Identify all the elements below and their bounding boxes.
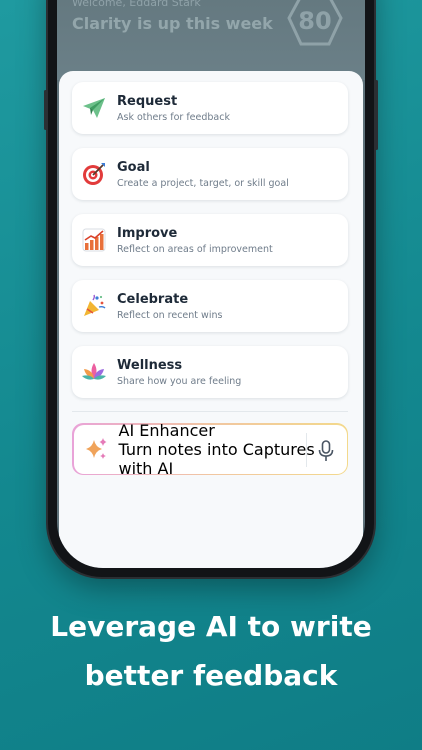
tagline-line-1: Leverage AI to write — [50, 610, 372, 643]
bottom-sheet: Request Ask others for feedback Goal Cre… — [59, 71, 363, 568]
menu-item-goal[interactable]: Goal Create a project, target, or skill … — [72, 148, 348, 200]
marketing-tagline: Leverage AI to write better feedback — [0, 602, 422, 700]
menu-item-title: Improve — [117, 225, 178, 241]
menu-item-celebrate[interactable]: Celebrate Reflect on recent wins — [72, 280, 348, 332]
volume-button — [44, 90, 47, 130]
power-button — [375, 80, 378, 150]
menu-item-wellness[interactable]: Wellness Share how you are feeling — [72, 346, 348, 398]
menu-item-title: Request — [117, 93, 178, 109]
menu-item-title: Goal — [117, 159, 150, 175]
party-popper-icon — [81, 293, 107, 319]
menu-item-improve[interactable]: Improve Reflect on areas of improvement — [72, 214, 348, 266]
ai-enhancer-card[interactable]: AI Enhancer Turn notes into Captures wit… — [72, 420, 348, 478]
sparkles-icon — [83, 436, 109, 462]
menu-item-title: Celebrate — [117, 291, 189, 307]
background-header: Welcome, Eddard Stark Clarity is up this… — [57, 0, 365, 80]
microphone-icon[interactable] — [316, 439, 336, 463]
ai-enhancer-title: AI Enhancer — [118, 420, 215, 440]
welcome-text: Welcome, Eddard Stark — [72, 0, 201, 9]
score-badge: 80 — [287, 0, 343, 48]
menu-item-subtitle: Ask others for feedback — [117, 111, 230, 123]
menu-item-subtitle: Reflect on recent wins — [117, 309, 223, 321]
separator — [305, 432, 307, 467]
menu-item-title: Wellness — [117, 357, 183, 373]
bar-chart-icon — [81, 227, 107, 253]
score-value: 80 — [298, 7, 332, 35]
headline-text: Clarity is up this week — [72, 14, 273, 33]
tagline-line-2: better feedback — [84, 659, 338, 692]
lotus-icon — [81, 359, 107, 385]
divider — [72, 411, 348, 412]
menu-item-request[interactable]: Request Ask others for feedback — [72, 82, 348, 134]
phone-frame: Welcome, Eddard Stark Clarity is up this… — [44, 0, 378, 577]
paper-plane-icon — [81, 95, 107, 121]
target-icon — [81, 161, 107, 187]
menu-item-subtitle: Share how you are feeling — [117, 375, 242, 387]
menu-item-subtitle: Create a project, target, or skill goal — [117, 177, 289, 189]
menu-item-subtitle: Reflect on areas of improvement — [117, 243, 273, 255]
ai-enhancer-subtitle: Turn notes into Captures with AI — [118, 439, 315, 478]
phone-screen: Welcome, Eddard Stark Clarity is up this… — [57, 0, 365, 568]
